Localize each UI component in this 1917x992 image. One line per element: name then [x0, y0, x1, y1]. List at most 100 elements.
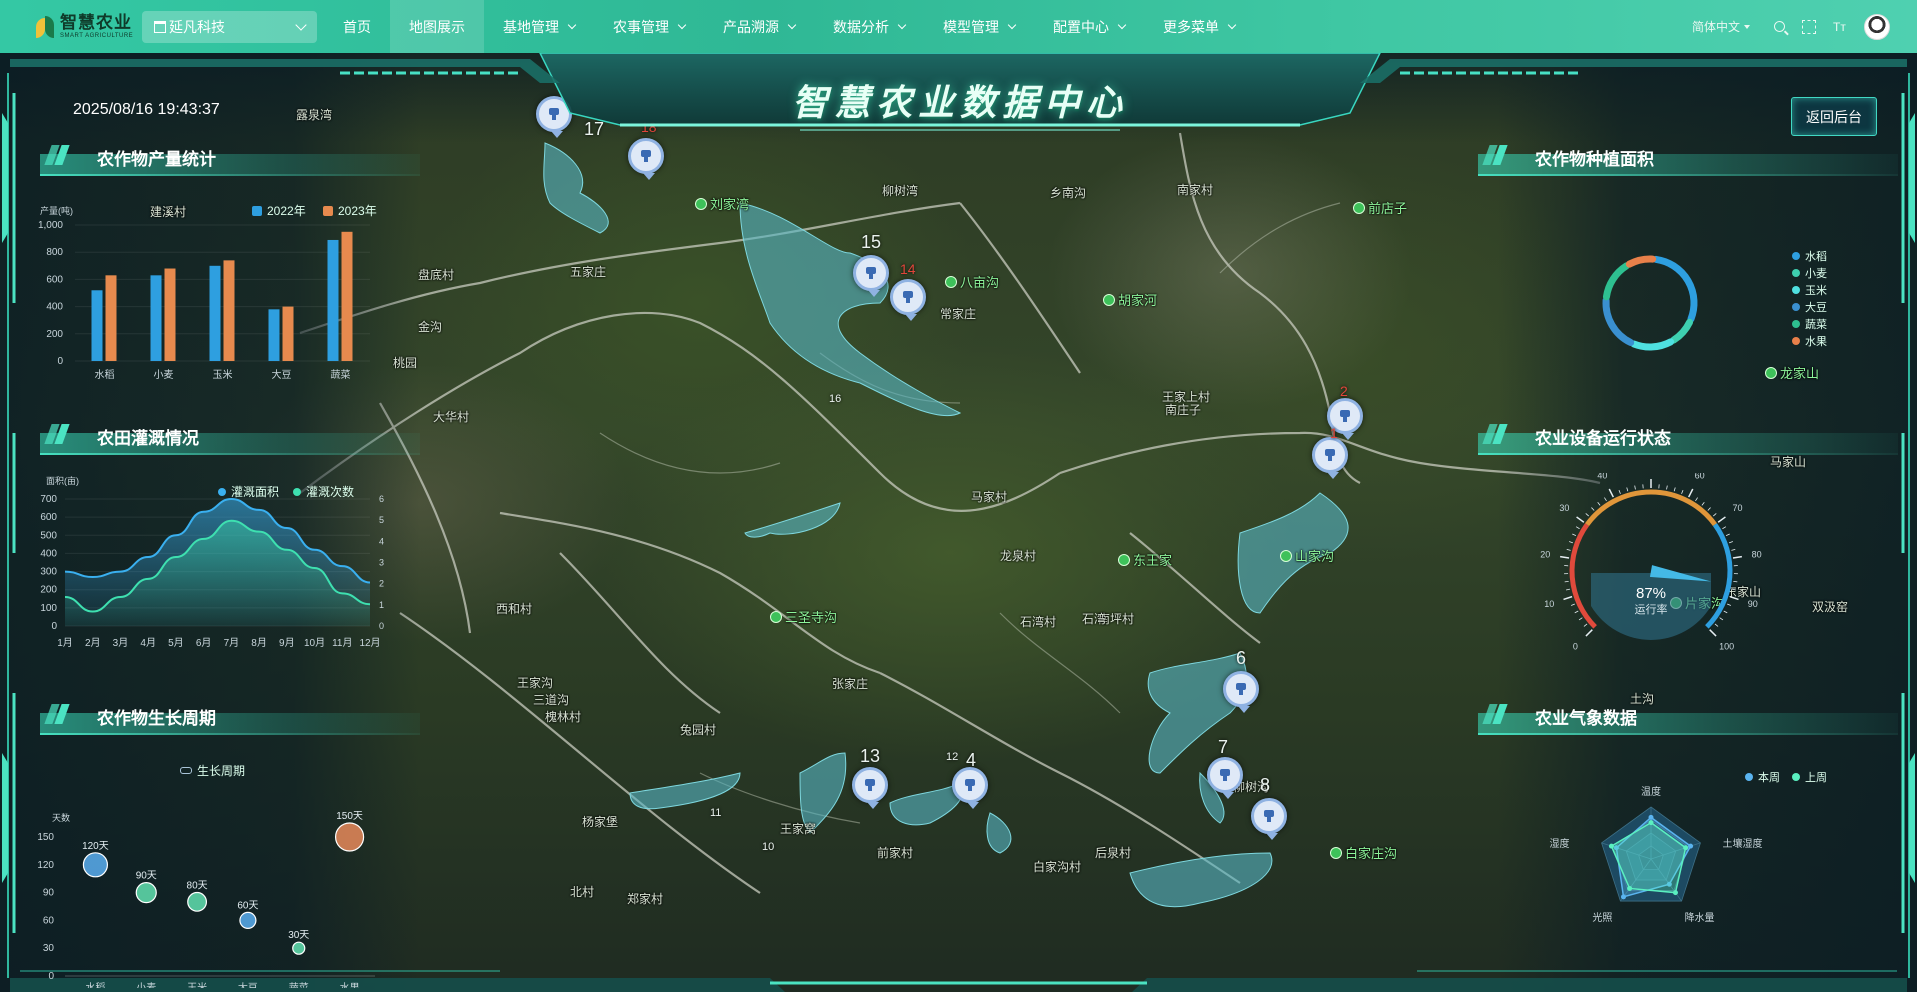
ring-slice-0 [1652, 255, 1698, 323]
logo-subtitle: SMART AGRICULTURE [60, 33, 134, 39]
panel-title-equipment-text: 农业设备运行状态 [1535, 428, 1671, 448]
map-poi[interactable]: 白家庄沟 [1330, 843, 1397, 862]
chevron-down-icon [1227, 20, 1237, 29]
map-place-label: 王家上村 [1162, 390, 1211, 404]
gauge-tick [1732, 555, 1742, 559]
x-tick-label: 11月 [332, 637, 352, 649]
location-dot-icon [770, 610, 782, 623]
legend-last-week[interactable]: 上周 [1792, 769, 1827, 785]
nav-item-5[interactable]: 数据分析 [814, 0, 924, 53]
chevron-down-icon [897, 20, 907, 29]
water-tap-icon[interactable] [890, 279, 926, 321]
y-tick-label: 700 [40, 494, 57, 505]
bar-1-2 [223, 260, 235, 361]
yield-bar-chart[interactable]: 产量(吨) 0 200 400 600 800 1,000 水稻 小麦 玉米 大豆 蔬菜 [30, 193, 380, 393]
pin-number: 2 [1340, 383, 1348, 399]
map-poi[interactable]: 前店子 [1353, 198, 1407, 217]
ring-slice-2 [1630, 338, 1675, 351]
y2-tick-label: 0 [379, 621, 384, 631]
legend-item[interactable]: 水果 [1792, 332, 1827, 349]
back-to-admin-button[interactable]: 返回后台 [1791, 97, 1877, 136]
map-screen[interactable]: 露泉湾 建溪村 盘底村 五家庄 金沟 桃园 大华村 西和村 王家沟 三道沟 槐林村 兔园村 杨家堡 王家窝… [0, 53, 1917, 992]
chevron-down-icon [1117, 20, 1127, 29]
water-tap-icon[interactable] [1251, 798, 1287, 840]
nav-item-3[interactable]: 农事管理 [594, 0, 704, 53]
panel-title-yield-text: 农作物产量统计 [97, 149, 216, 169]
nav-item-7[interactable]: 配置中心 [1034, 0, 1144, 53]
nav-item-0[interactable]: 首页 [324, 0, 390, 53]
pin-number: 10 [762, 841, 775, 853]
location-dot-icon [1765, 366, 1777, 379]
search-icon[interactable] [1774, 21, 1785, 32]
tap-glyph [546, 108, 562, 120]
map-place-label: 北村 [570, 885, 595, 899]
radar-indicator-label: 湿度 [1550, 837, 1570, 850]
pin-number: 13 [860, 746, 881, 766]
map-poi[interactable]: 龙家山 [1765, 363, 1819, 382]
data-label: 60天 [237, 900, 258, 911]
water-tap-icon[interactable] [952, 767, 988, 809]
map-place-label: 露泉湾 [296, 108, 333, 122]
x-tick-label: 水果 [340, 982, 360, 988]
chevron-down-icon [787, 20, 797, 29]
y-tick-label: 200 [40, 585, 57, 596]
weather-radar-chart[interactable]: 温度土壤湿度降水量 光照 湿度 [1540, 773, 1790, 948]
org-select[interactable]: 延凡科技 [142, 10, 317, 43]
gauge-tick-label: 100 [1719, 642, 1734, 652]
avatar[interactable] [1864, 13, 1890, 40]
legend-item[interactable]: 小麦 [1792, 264, 1827, 281]
gauge-tick-label: 70 [1733, 503, 1743, 513]
gauge-tick [1578, 617, 1583, 621]
bar-1-4 [341, 231, 353, 361]
water-tap-icon[interactable] [1223, 671, 1259, 713]
pin-number: 1 [1330, 425, 1338, 441]
tap-glyph [962, 779, 978, 791]
bar-1-1 [164, 268, 176, 361]
water-tap-icon[interactable] [853, 255, 889, 297]
scatter-point-4 [292, 941, 306, 955]
pin-number: 11 [710, 807, 722, 819]
growth-scatter-chart[interactable]: 天数 0 30 60 90 120 150 120天水稻 90天小麦 80天玉米 60天大豆 30天蔬… [30, 753, 390, 988]
location-dot-icon [1353, 201, 1365, 214]
water-tap-icon[interactable] [1207, 757, 1243, 799]
map-poi[interactable]: 八亩沟 [945, 272, 999, 291]
map-poi[interactable]: 胡家河 [1103, 290, 1157, 309]
scatter-point-5 [334, 822, 365, 852]
gauge-tick-label: 30 [1559, 503, 1569, 513]
org-select-value: 延凡科技 [169, 18, 225, 35]
nav-item-2[interactable]: 基地管理 [484, 0, 594, 53]
map-poi[interactable]: 东王家 [1118, 550, 1172, 569]
water-tap-icon[interactable] [852, 767, 888, 809]
nav-item-label: 地图展示 [409, 18, 465, 35]
map-place-label: 桃园 [393, 356, 418, 370]
water-tap-icon[interactable] [536, 96, 572, 138]
map-place-label: 柳树湾 [882, 184, 919, 198]
app-logo[interactable]: 智慧农业 SMART AGRICULTURE [34, 14, 134, 40]
legend-item[interactable]: 水稻 [1792, 247, 1827, 264]
map-poi[interactable]: 山家沟 [1280, 546, 1334, 565]
x-tick-label: 蔬菜 [331, 369, 351, 381]
legend-item[interactable]: 玉米 [1792, 281, 1827, 298]
water-tap-icon[interactable] [628, 138, 664, 180]
y-tick-label: 400 [46, 302, 63, 313]
scatter-point-0 [82, 852, 109, 878]
equipment-gauge[interactable]: 010203040506070809010087%运行率 [1540, 473, 1780, 673]
font-size-icon[interactable]: Tт [1833, 20, 1847, 34]
legend-item[interactable]: 大豆 [1792, 298, 1827, 315]
irrigation-area-chart[interactable]: 面积(亩) 0 100 200 300 400 500 600 700 0 1 2 3 4 5 6 1月 2月 3月… [30, 473, 390, 673]
fullscreen-icon[interactable] [1802, 19, 1816, 34]
nav-item-4[interactable]: 产品溯源 [704, 0, 814, 53]
data-label: 80天 [187, 881, 208, 892]
map-place-label: 三道沟 [533, 693, 570, 707]
nav-item-1[interactable]: 地图展示 [390, 0, 484, 53]
map-poi[interactable]: 三圣寺沟 [770, 607, 837, 626]
area-ring-chart[interactable] [1590, 243, 1710, 363]
nav-item-6[interactable]: 模型管理 [924, 0, 1034, 53]
map-poi[interactable]: 刘家湾 [695, 194, 749, 213]
y-axis-unit: 天数 [52, 812, 70, 823]
legend-item[interactable]: 蔬菜 [1792, 315, 1827, 332]
water-tap-icon[interactable] [1312, 437, 1348, 479]
y-tick-label: 120 [37, 860, 54, 871]
language-select[interactable]: 简体中文 [1692, 18, 1750, 35]
nav-item-8[interactable]: 更多菜单 [1144, 0, 1254, 53]
